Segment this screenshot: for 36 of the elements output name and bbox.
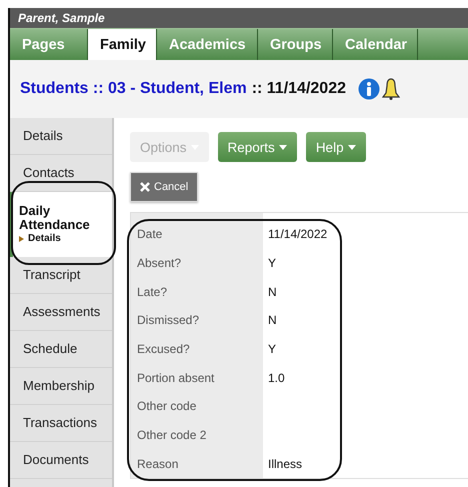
field-label: Other code 2 [137, 428, 206, 442]
field-value: Y [268, 256, 276, 270]
cancel-button[interactable]: Cancel [130, 172, 198, 202]
sidebar-item[interactable]: Schedule [10, 331, 112, 368]
field-value: Illness [268, 456, 302, 471]
info-icon[interactable] [358, 78, 380, 100]
field-label: Excused? [137, 342, 190, 356]
close-icon [140, 182, 150, 192]
bell-icon[interactable] [382, 78, 400, 100]
field-label: Portion absent [137, 370, 214, 385]
field-label: Other code [137, 399, 196, 414]
field-label: Absent? [137, 256, 182, 270]
field-value: N [268, 284, 277, 299]
sidebar-item[interactable]: Transcript [10, 257, 112, 294]
field-value: 1.0 [268, 370, 285, 385]
caret-icon [278, 144, 287, 150]
field-label: Date [137, 227, 162, 242]
nav-tab[interactable]: Family [88, 29, 157, 60]
field-label: Reason [137, 456, 178, 471]
field-value: 11/14/2022 [268, 227, 328, 242]
sidebar-subitem[interactable]: Details [28, 233, 61, 244]
field-value: Y [268, 342, 276, 356]
field-value: N [268, 313, 277, 328]
sidebar-item[interactable]: Daily Attendance Details [10, 192, 112, 257]
field-label: Late? [137, 284, 168, 299]
caret-icon [348, 144, 356, 150]
breadcrumb-link[interactable]: Students :: 03 - Student, Elem [20, 80, 247, 98]
field-label: Dismissed? [137, 313, 200, 328]
sidebar-item[interactable]: Documents [10, 442, 112, 479]
breadcrumb-date: :: 11/14/2022 [252, 80, 346, 98]
sidebar-item[interactable]: Membership [10, 368, 112, 405]
sidebar-item[interactable]: Details [10, 118, 112, 155]
sidebar-item[interactable]: Transactions [10, 405, 112, 442]
user-name: Parent, Sample [18, 11, 105, 25]
sidebar-item[interactable]: Assessments [10, 294, 112, 331]
triangle-icon [19, 236, 24, 242]
